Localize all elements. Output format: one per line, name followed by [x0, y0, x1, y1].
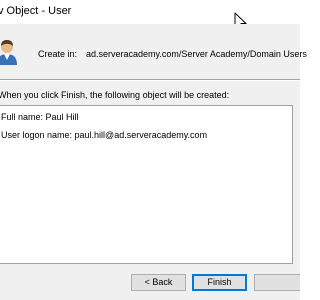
create-in-label: Create in: — [38, 49, 78, 59]
finish-button[interactable]: Finish — [192, 274, 247, 291]
new-object-user-dialog: v Object - User Create in: ad.serveracad… — [0, 0, 307, 300]
dialog-header: Create in: ad.serveracademy.com/Server A… — [0, 24, 307, 80]
summary-logon-name: User logon name: paul.hill@ad.serveracad… — [1, 130, 208, 140]
summary-intro-text: When you click Finish, the following obj… — [0, 90, 230, 100]
window-title: v Object - User — [0, 5, 72, 17]
header-divider — [0, 79, 300, 81]
summary-full-name: Full name: Paul Hill — [1, 112, 79, 122]
back-button[interactable]: < Back — [131, 274, 186, 291]
title-bar[interactable]: v Object - User — [0, 0, 300, 31]
cancel-button[interactable] — [254, 274, 300, 291]
user-icon — [0, 40, 17, 65]
summary-textbox[interactable]: Full name: Paul Hill User logon name: pa… — [0, 105, 293, 264]
create-in-path: ad.serveracademy.com/Server Academy/Doma… — [86, 49, 307, 59]
